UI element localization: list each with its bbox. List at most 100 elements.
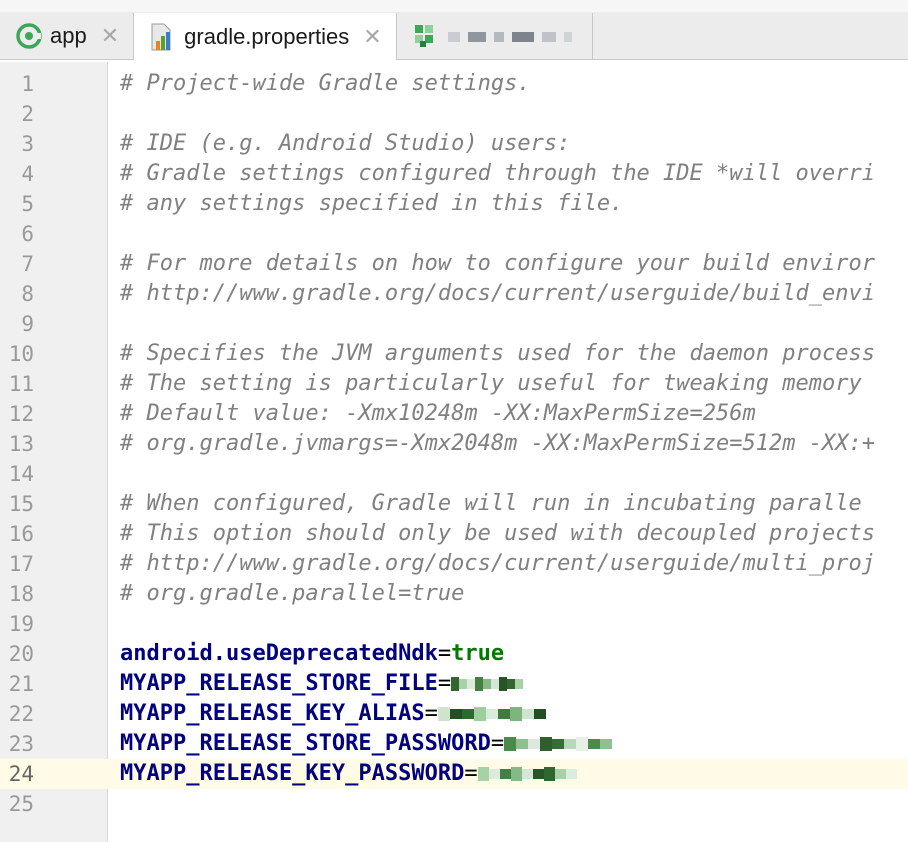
property-key: android.useDeprecatedNdk (120, 641, 438, 666)
tab-gradle-properties[interactable]: gradle.properties ✕ (134, 13, 397, 60)
redacted-value (504, 729, 613, 759)
line-content: # When configured, Gradle will run in in… (120, 489, 862, 519)
redacted-value (451, 669, 524, 699)
code-line[interactable]: 11 # The setting is particularly useful f… (0, 369, 908, 399)
code-line[interactable]: 24 MYAPP_RELEASE_KEY_PASSWORD= (0, 759, 908, 789)
code-line[interactable]: 1 # Project-wide Gradle settings. (0, 69, 908, 99)
code-line[interactable]: 20 android.useDeprecatedNdk=true (0, 639, 908, 669)
line-number: 18 (8, 582, 34, 606)
line-content: # The setting is particularly useful for… (120, 369, 862, 399)
code-line[interactable]: 13 # org.gradle.jvmargs=-Xmx2048m -XX:Max… (0, 429, 908, 459)
line-number: 3 (21, 132, 34, 156)
redacted-file-icon (413, 23, 439, 49)
code-line[interactable]: 3 # IDE (e.g. Android Studio) users: (0, 129, 908, 159)
code-line[interactable]: 25 (0, 789, 908, 819)
editor-tab-bar: app ✕ gradle.properties ✕ (0, 0, 908, 60)
redacted-value (437, 699, 546, 729)
android-module-icon (16, 23, 42, 49)
code-line[interactable]: 9 (0, 309, 908, 339)
gradle-properties-icon (150, 23, 176, 51)
code-line[interactable]: 10 # Specifies the JVM arguments used for… (0, 339, 908, 369)
line-content: MYAPP_RELEASE_KEY_ALIAS= (120, 699, 546, 729)
code-line[interactable]: 12 # Default value: -Xmx10248m -XX:MaxPer… (0, 399, 908, 429)
comment-text: # any settings specified in this file. (120, 191, 624, 216)
equals-sign: = (437, 671, 452, 696)
property-key: MYAPP_RELEASE_KEY_PASSWORD (120, 761, 465, 786)
code-line[interactable]: 6 (0, 219, 908, 249)
code-editor[interactable]: 1 # Project-wide Gradle settings. 2 3 # IDE … (0, 62, 908, 842)
equals-sign: = (437, 641, 452, 666)
line-content: # This option should only be used with d… (120, 519, 875, 549)
line-number: 11 (8, 372, 34, 396)
comment-text: # IDE (e.g. Android Studio) users: (120, 131, 571, 156)
line-number: 1 (21, 72, 34, 96)
line-content: MYAPP_RELEASE_KEY_PASSWORD= (120, 759, 577, 789)
equals-sign: = (424, 701, 438, 726)
comment-text: # http://www.gradle.org/docs/current/use… (120, 281, 875, 306)
line-number: 20 (8, 642, 34, 666)
line-content: # org.gradle.jvmargs=-Xmx2048m -XX:MaxPe… (120, 429, 875, 459)
property-key: MYAPP_RELEASE_STORE_FILE (120, 671, 438, 696)
tab-app-label: app (50, 23, 87, 48)
comment-text: # Specifies the JVM arguments used for t… (120, 341, 875, 366)
line-content: # For more details on how to configure y… (120, 249, 875, 279)
line-number: 5 (21, 192, 34, 216)
line-number: 2 (21, 102, 34, 126)
line-number: 12 (8, 402, 34, 426)
property-value: true (451, 641, 505, 666)
code-line[interactable]: 23 MYAPP_RELEASE_STORE_PASSWORD= (0, 729, 908, 759)
tab-redacted-file[interactable] (397, 13, 593, 59)
code-line[interactable]: 14 (0, 459, 908, 489)
code-line[interactable]: 17 # http://www.gradle.org/docs/current/u… (0, 549, 908, 579)
line-number: 9 (21, 312, 34, 336)
line-content: # Default value: -Xmx10248m -XX:MaxPermS… (120, 399, 756, 429)
line-content: # any settings specified in this file. (120, 189, 623, 219)
comment-text: # Default value: -Xmx10248m -XX:MaxPermS… (120, 401, 756, 426)
code-line[interactable]: 4 # Gradle settings configured through th… (0, 159, 908, 189)
line-content: # org.gradle.parallel=true (120, 579, 464, 609)
code-line[interactable]: 7 # For more details on how to configure … (0, 249, 908, 279)
code-line[interactable]: 8 # http://www.gradle.org/docs/current/us… (0, 279, 908, 309)
comment-text: # When configured, Gradle will run in in… (120, 491, 862, 516)
code-line[interactable]: 5 # any settings specified in this file. (0, 189, 908, 219)
redacted-tab-name (447, 23, 574, 49)
equals-sign: = (490, 731, 505, 756)
redacted-value (477, 759, 577, 789)
line-content: # IDE (e.g. Android Studio) users: (120, 129, 570, 159)
tab-app[interactable]: app ✕ (0, 13, 135, 59)
line-content: # Specifies the JVM arguments used for t… (120, 339, 875, 369)
code-line[interactable]: 2 (0, 99, 908, 129)
equals-sign: = (464, 761, 478, 786)
code-line[interactable]: 22 MYAPP_RELEASE_KEY_ALIAS= (0, 699, 908, 729)
comment-text: # Project-wide Gradle settings. (120, 71, 531, 96)
line-content: # Project-wide Gradle settings. (120, 69, 531, 99)
line-content: MYAPP_RELEASE_STORE_FILE= (120, 669, 524, 699)
line-content: # http://www.gradle.org/docs/current/use… (120, 549, 875, 579)
comment-text: # This option should only be used with d… (120, 521, 875, 546)
line-content: # http://www.gradle.org/docs/current/use… (120, 279, 875, 309)
line-number: 25 (8, 792, 34, 816)
line-number: 7 (21, 252, 34, 276)
code-line[interactable]: 15 # When configured, Gradle will run in … (0, 489, 908, 519)
line-number: 23 (8, 732, 34, 756)
code-line[interactable]: 19 (0, 609, 908, 639)
code-line[interactable]: 21 MYAPP_RELEASE_STORE_FILE= (0, 669, 908, 699)
property-key: MYAPP_RELEASE_STORE_PASSWORD (120, 731, 491, 756)
line-number: 17 (8, 552, 34, 576)
property-key: MYAPP_RELEASE_KEY_ALIAS (120, 701, 425, 726)
close-icon[interactable]: ✕ (363, 25, 381, 48)
comment-text: # org.gradle.jvmargs=-Xmx2048m -XX:MaxPe… (120, 431, 875, 456)
line-number: 8 (21, 282, 34, 306)
comment-text: # The setting is particularly useful for… (120, 371, 862, 396)
close-icon[interactable]: ✕ (101, 25, 119, 47)
comment-text: # org.gradle.parallel=true (120, 581, 465, 606)
code-line[interactable]: 16 # This option should only be used with… (0, 519, 908, 549)
line-number: 21 (8, 672, 34, 696)
line-number: 15 (8, 492, 34, 516)
line-number: 16 (8, 522, 34, 546)
comment-text: # For more details on how to configure y… (120, 251, 875, 276)
code-line[interactable]: 18 # org.gradle.parallel=true (0, 579, 908, 609)
line-number: 24 (8, 762, 34, 786)
line-number: 19 (8, 612, 34, 636)
line-number: 10 (8, 342, 34, 366)
